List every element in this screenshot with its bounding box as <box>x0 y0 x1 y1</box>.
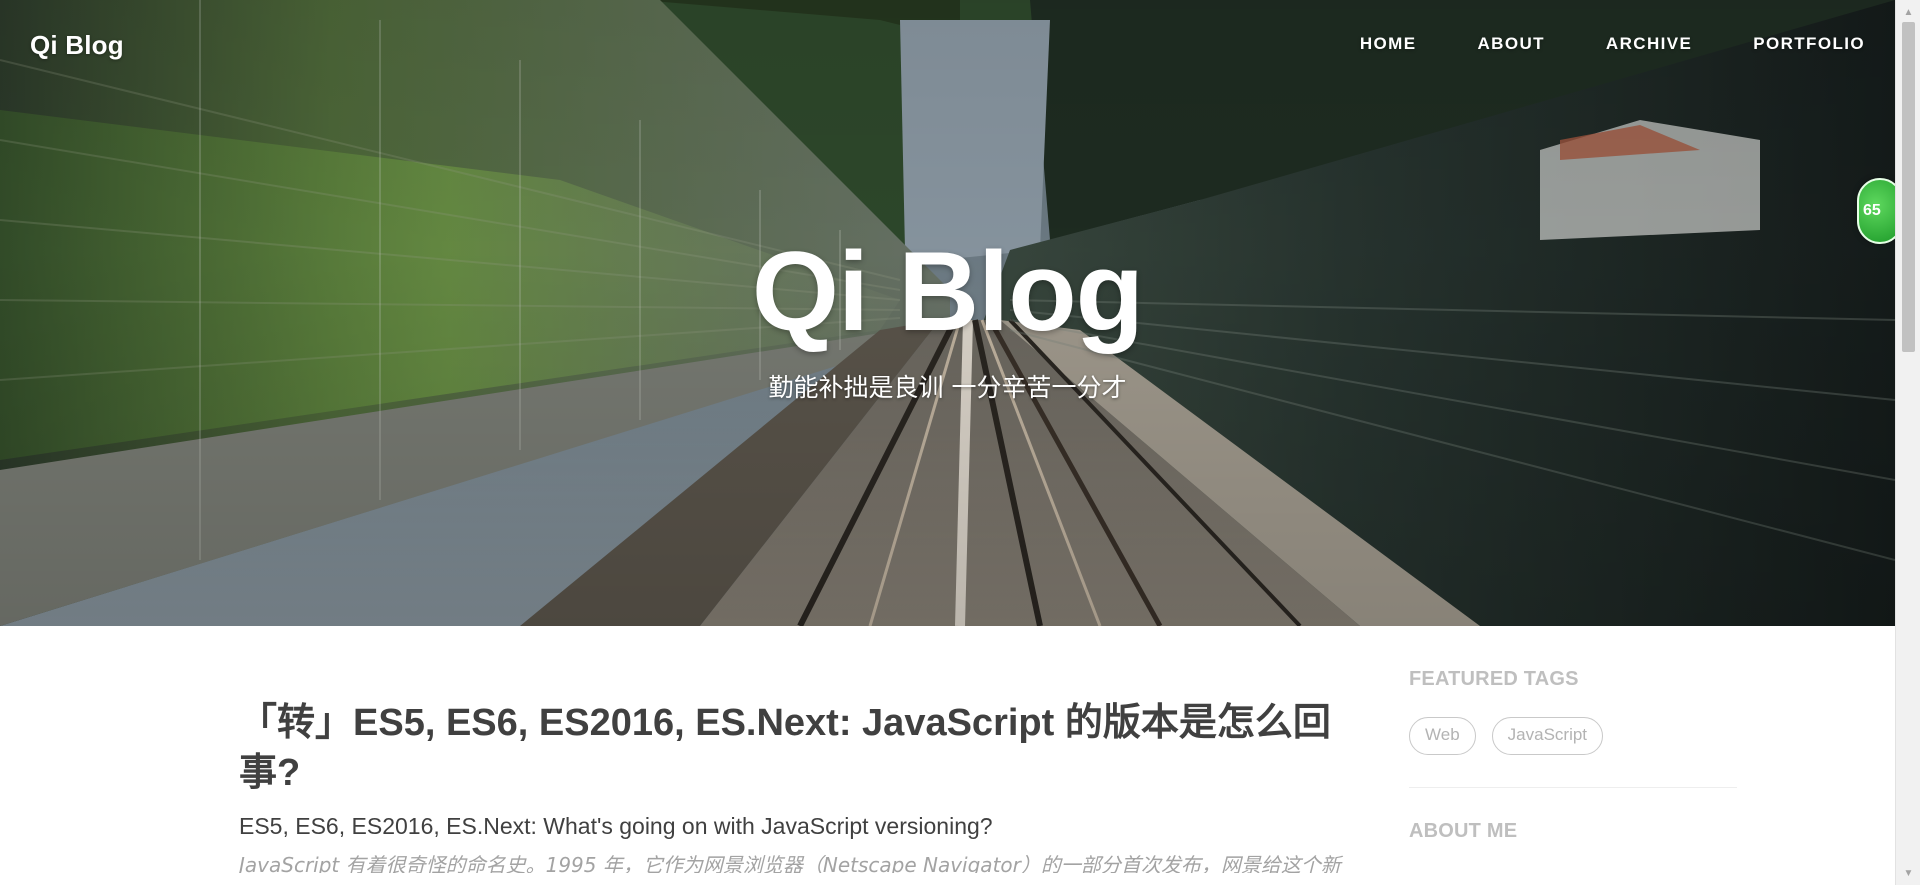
scroll-up-arrow-icon[interactable]: ▲ <box>1896 2 1920 22</box>
sidebar-divider <box>1409 787 1737 788</box>
scrollbar-thumb[interactable] <box>1902 22 1915 352</box>
main-nav: HOME ABOUT ARCHIVE PORTFOLIO <box>1299 34 1865 54</box>
featured-tags-list: Web JavaScript <box>1409 717 1737 755</box>
tag-javascript[interactable]: JavaScript <box>1491 717 1604 755</box>
post-preview: 「转」ES5, ES6, ES2016, ES.Next: JavaScript… <box>239 698 1369 873</box>
vertical-scrollbar[interactable]: ▲ ▼ <box>1895 0 1920 885</box>
hero-banner: Qi Blog HOME ABOUT ARCHIVE PORTFOLIO Qi … <box>0 0 1895 626</box>
featured-tags-heading: FEATURED TAGS <box>1409 668 1579 690</box>
about-me-heading: ABOUT ME <box>1409 820 1518 842</box>
tag-web[interactable]: Web <box>1409 717 1476 755</box>
site-subtitle: 勤能补拙是良训 一分辛苦一分才 <box>768 373 1127 402</box>
page: Qi Blog HOME ABOUT ARCHIVE PORTFOLIO Qi … <box>0 0 1895 885</box>
nav-portfolio[interactable]: PORTFOLIO <box>1753 34 1865 54</box>
site-title: Qi Blog <box>751 229 1144 354</box>
scroll-down-arrow-icon[interactable]: ▼ <box>1896 863 1920 883</box>
post-excerpt: JavaScript 有着很奇怪的命名史。1995 年，它作为网景浏览器（Net… <box>239 853 1341 873</box>
brand-logo-link[interactable]: Qi Blog <box>30 30 124 61</box>
nav-archive[interactable]: ARCHIVE <box>1606 34 1692 54</box>
post-title-link[interactable]: 「转」ES5, ES6, ES2016, ES.Next: JavaScript… <box>239 698 1369 798</box>
nav-home[interactable]: HOME <box>1360 34 1417 54</box>
sidebar: FEATURED TAGS Web JavaScript ABOUT ME <box>1409 668 1737 843</box>
nav-about[interactable]: ABOUT <box>1477 34 1544 54</box>
floating-badge[interactable]: 65 <box>1857 178 1895 244</box>
post-subtitle[interactable]: ES5, ES6, ES2016, ES.Next: What's going … <box>239 811 1369 841</box>
